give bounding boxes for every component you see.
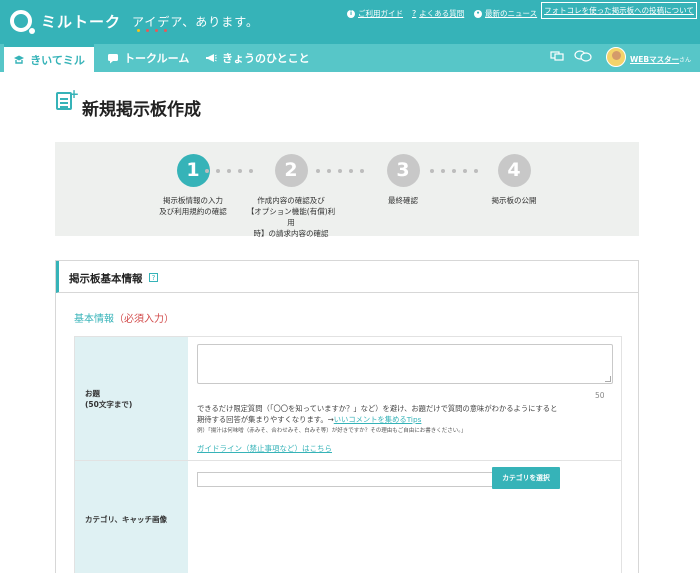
help-icon[interactable]: ? bbox=[149, 273, 158, 282]
site-logo[interactable]: ミルトーク bbox=[10, 9, 122, 34]
faq-link[interactable]: ? よくある質問 bbox=[412, 8, 464, 19]
tips-link[interactable]: いいコメントを集めるTips bbox=[334, 415, 422, 424]
megaphone-icon bbox=[206, 54, 217, 62]
progress-steps: 1 掲示板情報の入力 及び利用規約の確認 2 作成内容の確認及び 【オプション機能(… bbox=[55, 142, 639, 239]
step-3: 3 最終確認 bbox=[357, 154, 449, 206]
basic-info-label: 基本情報 bbox=[74, 314, 114, 325]
section-header: 掲示板基本情報 ? bbox=[56, 261, 638, 293]
tagline: アイデア、あります。 bbox=[132, 15, 260, 29]
question-icon: ? bbox=[412, 9, 417, 18]
basic-info-heading: 基本情報（必須入力） bbox=[74, 310, 174, 325]
category-label: カテゴリ、キャッチ画像 bbox=[75, 461, 188, 573]
step-1: 1 掲示板情報の入力 及び利用規約の確認 bbox=[147, 154, 239, 217]
tagline-dots bbox=[137, 29, 167, 32]
news-link-label: 最新のニュース bbox=[485, 9, 538, 18]
topic-label-text: お題 bbox=[85, 388, 100, 398]
top-header: ミルトーク アイデア、あります。 i ご利用ガイド ? よくある質問 • 最新の… bbox=[0, 0, 700, 44]
user-honorific: さん bbox=[679, 57, 692, 64]
user-avatar[interactable] bbox=[606, 47, 626, 67]
board-info-section: 掲示板基本情報 ? 基本情報（必須入力） お題 (50文字まで) 50 できるだ… bbox=[55, 260, 639, 573]
logo-mark-icon bbox=[10, 10, 35, 34]
tab-talkroom[interactable]: トークルーム bbox=[107, 44, 189, 72]
guide-link[interactable]: i ご利用ガイド bbox=[347, 8, 403, 19]
faq-link-label: よくある質問 bbox=[419, 9, 465, 18]
topic-hint: できるだけ限定質問（「〇〇を知っていますか？」など）を避け、お題だけで質問の意味… bbox=[197, 403, 617, 425]
step-2: 2 作成内容の確認及び 【オプション機能(有償)利用 時】の請求内容の確認 bbox=[245, 154, 337, 239]
topic-label: お題 (50文字まで) bbox=[75, 337, 188, 460]
logo-text: ミルトーク bbox=[41, 12, 122, 31]
info-icon: i bbox=[347, 9, 355, 18]
step-3-label: 最終確認 bbox=[388, 196, 418, 205]
mortarboard-icon bbox=[14, 55, 25, 64]
news-icon: • bbox=[474, 9, 482, 18]
step-4-label: 掲示板の公開 bbox=[491, 196, 537, 205]
step-4: 4 掲示板の公開 bbox=[468, 154, 560, 206]
guideline-link[interactable]: ガイドライン（禁止事項など）はこちら bbox=[197, 443, 332, 454]
hint-line-2: 期待する回答が集まりやすくなります。→いいコメントを集めるTips bbox=[197, 415, 422, 424]
category-input[interactable] bbox=[197, 472, 493, 487]
user-name[interactable]: WEBマスター bbox=[630, 54, 679, 65]
step-1-label: 掲示板情報の入力 及び利用規約の確認 bbox=[159, 196, 227, 216]
talk-bubbles-icon[interactable] bbox=[574, 49, 592, 63]
message-icon[interactable] bbox=[550, 49, 564, 63]
topic-textarea[interactable] bbox=[197, 344, 613, 384]
step-3-number: 3 bbox=[386, 154, 420, 187]
chat-icon bbox=[108, 54, 118, 64]
promo-link[interactable]: フォトコレを使った掲示板への投稿について bbox=[541, 2, 697, 19]
required-label: （必須入力） bbox=[114, 314, 174, 325]
step-2-label: 作成内容の確認及び 【オプション機能(有償)利用 時】の請求内容の確認 bbox=[246, 196, 336, 238]
char-counter: 50 bbox=[595, 391, 605, 400]
section-title: 掲示板基本情報 bbox=[69, 273, 143, 285]
tab-kiitemiru[interactable]: きいてミル bbox=[4, 44, 94, 72]
tab-hitokoto[interactable]: きょうのひとこと bbox=[205, 44, 310, 72]
tab-kiitemiru-label: きいてミル bbox=[30, 53, 85, 67]
basic-info-form: お題 (50文字まで) 50 できるだけ限定質問（「〇〇を知っていますか？」など… bbox=[74, 336, 622, 573]
step-2-number: 2 bbox=[274, 154, 308, 187]
plus-icon: + bbox=[69, 87, 80, 101]
step-4-number: 4 bbox=[497, 154, 531, 187]
page-title: 新規掲示板作成 bbox=[82, 100, 201, 120]
tab-talkroom-label: トークルーム bbox=[124, 52, 190, 65]
tab-hitokoto-label: きょうのひとこと bbox=[222, 52, 310, 65]
hint-line-1: できるだけ限定質問（「〇〇を知っていますか？」など）を避け、お題だけで質問の意味… bbox=[197, 404, 558, 413]
guide-link-label: ご利用ガイド bbox=[358, 9, 403, 18]
main-nav: きいてミル トークルーム きょうのひとこと WEBマスター さん bbox=[0, 44, 700, 72]
news-link[interactable]: • 最新のニュース bbox=[474, 8, 537, 19]
topic-char-limit: (50文字まで) bbox=[85, 399, 133, 409]
topic-example: 例）「揚汁は何味噌（赤みそ、合わせみそ、白みそ等）が好きですか？その理由もご自由… bbox=[197, 428, 467, 434]
select-category-button[interactable]: カテゴリを選択 bbox=[492, 467, 560, 489]
